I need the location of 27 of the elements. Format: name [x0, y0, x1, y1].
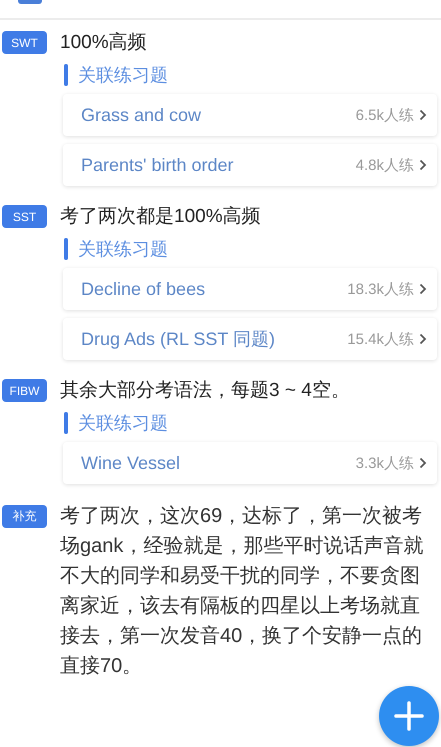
section-title: 100%高频: [60, 31, 148, 55]
related-heading: 关联练习题: [78, 238, 168, 261]
chevron-right-icon: [419, 457, 427, 469]
category-tag: SWT: [2, 31, 47, 54]
category-tag: SST: [2, 205, 47, 228]
note-paragraph: 考了两次，这次69，达标了，第一次被考场gank，经验就是，那些平时说话声音就不大的同学和易受干扰的同学，不要贪图离家近，该去有隔板的四星以上考场就直接去，第一次发音40，换了个安静一点的直接70。: [60, 504, 424, 679]
add-button[interactable]: [379, 686, 439, 746]
accent-bar: [64, 412, 68, 434]
chevron-right-icon: [419, 283, 427, 295]
exercise-card[interactable]: Decline of bees 18.3k人练: [63, 268, 437, 310]
plus-icon: [394, 701, 424, 731]
related-heading: 关联练习题: [78, 64, 168, 87]
section-title: 其余大部分考语法，每题3 ~ 4空。: [60, 379, 351, 403]
exercise-card[interactable]: Grass and cow 6.5k人练: [63, 94, 437, 136]
accent-bar: [64, 64, 68, 86]
exercise-card[interactable]: Drug Ads (RL SST 同题) 15.4k人练: [63, 318, 437, 360]
related-heading: 关联练习题: [78, 412, 168, 435]
section-title: 考了两次都是100%高频: [60, 205, 262, 229]
accent-bar: [64, 238, 68, 260]
chevron-right-icon: [419, 333, 427, 345]
category-tag: 补充: [2, 505, 47, 528]
exercise-card[interactable]: Parents' birth order 4.8k人练: [63, 144, 437, 186]
chevron-right-icon: [419, 109, 427, 121]
category-tag: FIBW: [2, 379, 47, 402]
exercise-card[interactable]: Wine Vessel 3.3k人练: [63, 442, 437, 484]
chevron-right-icon: [419, 159, 427, 171]
tab-indicator: [18, 0, 42, 4]
